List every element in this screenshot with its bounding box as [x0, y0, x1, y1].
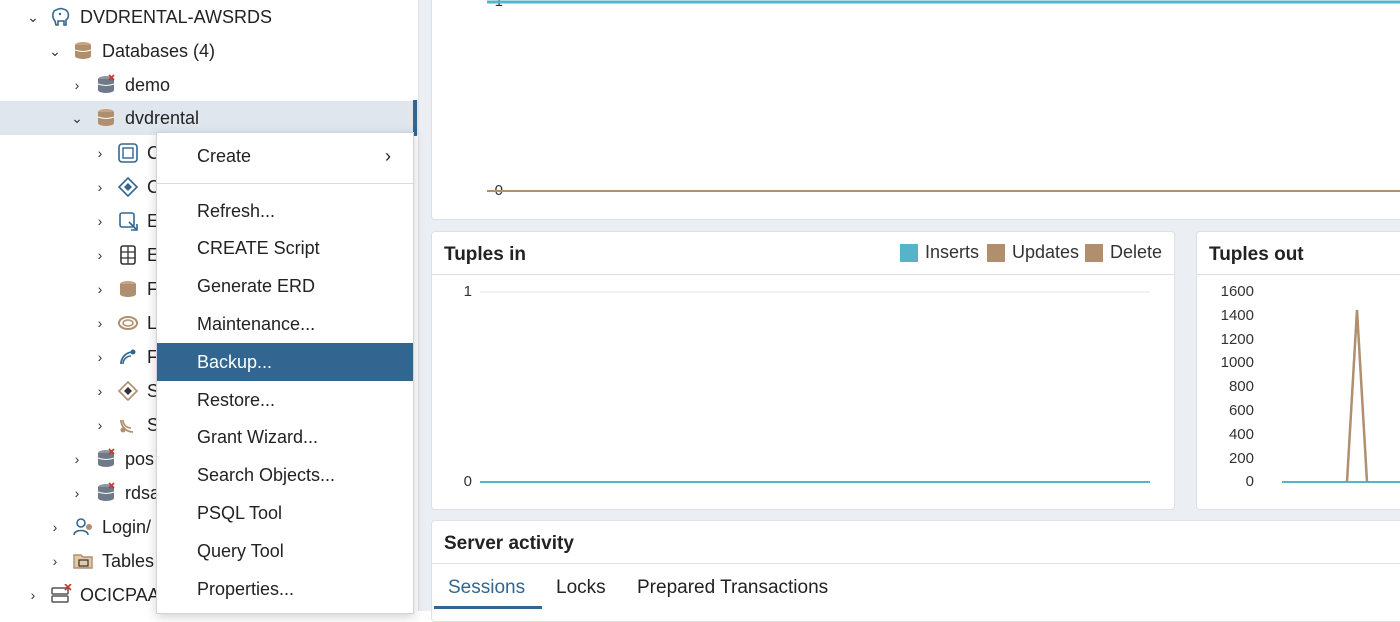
- menu-item-generate-erd[interactable]: Generate ERD: [157, 267, 413, 305]
- database-icon: [95, 448, 117, 470]
- chevron-down-icon[interactable]: ⌄: [70, 108, 84, 128]
- tuples-out-panel: Tuples out 1600 1400 1200 1000 800 600 4…: [1196, 231, 1400, 510]
- top-chart-panel: 1 0: [431, 0, 1400, 220]
- database-icon: [95, 482, 117, 504]
- subscriptions-icon: [117, 414, 139, 436]
- chevron-right-icon[interactable]: ›: [93, 279, 107, 299]
- catalogs-icon: [117, 176, 139, 198]
- tree-label: pos: [125, 448, 155, 469]
- menu-item-backup[interactable]: Backup...: [157, 343, 413, 381]
- chevron-right-icon[interactable]: ›: [26, 585, 40, 605]
- menu-item-label: CREATE Script: [197, 237, 320, 258]
- event-triggers-icon: [117, 210, 139, 232]
- database-icon: [95, 74, 117, 96]
- chevron-right-icon[interactable]: ›: [93, 347, 107, 367]
- tree-label: dvdrental: [125, 107, 200, 128]
- chevron-right-icon[interactable]: ›: [48, 551, 62, 571]
- menu-item-maintenance[interactable]: Maintenance...: [157, 305, 413, 343]
- tuples-out-chart-svg: [1282, 309, 1400, 483]
- menu-item-query-tool[interactable]: Query Tool: [157, 532, 413, 570]
- menu-item-label: Properties...: [197, 578, 295, 599]
- tree-label: demo: [125, 74, 171, 95]
- tab-locks[interactable]: Locks: [556, 577, 606, 599]
- menu-item-label: Query Tool: [197, 540, 284, 561]
- database-group-icon: [72, 40, 94, 62]
- context-menu: Create › Refresh... CREATE Script Genera…: [156, 132, 414, 614]
- menu-item-search-objects[interactable]: Search Objects...: [157, 456, 413, 494]
- chevron-right-icon[interactable]: ›: [93, 313, 107, 333]
- tab-sessions[interactable]: Sessions: [448, 577, 525, 599]
- menu-item-psql-tool[interactable]: PSQL Tool: [157, 494, 413, 532]
- tree-label: OCICPAA: [80, 584, 160, 605]
- chevron-right-icon[interactable]: ›: [48, 517, 62, 537]
- chevron-right-icon[interactable]: ›: [93, 143, 107, 163]
- tree-label: Login/: [102, 516, 152, 537]
- menu-item-restore[interactable]: Restore...: [157, 381, 413, 419]
- tree-node-server[interactable]: ⌄ DVDRENTAL-AWSRDS: [0, 0, 418, 34]
- tab-prepared-transactions[interactable]: Prepared Transactions: [637, 577, 828, 599]
- panel-header: [432, 521, 1400, 564]
- tree-label: Tables: [102, 550, 155, 571]
- publications-icon: [117, 346, 139, 368]
- menu-item-label: Refresh...: [197, 200, 276, 221]
- panel-title: Server activity: [444, 533, 574, 554]
- chevron-right-icon[interactable]: ›: [70, 483, 84, 503]
- menu-item-label: Create: [197, 145, 252, 166]
- menu-item-create-script[interactable]: CREATE Script: [157, 229, 413, 267]
- tree-label: Databases (4): [102, 40, 216, 61]
- tuples-in-chart-svg: [480, 291, 1150, 483]
- menu-item-label: Grant Wizard...: [197, 426, 319, 447]
- tree-label: DVDRENTAL-AWSRDS: [80, 6, 273, 27]
- menu-item-label: Backup...: [197, 351, 273, 372]
- menu-item-label: Generate ERD: [197, 275, 316, 296]
- chevron-right-icon: ›: [385, 145, 391, 166]
- database-icon: [95, 107, 117, 129]
- menu-item-label: PSQL Tool: [197, 502, 283, 523]
- menu-item-label: Search Objects...: [197, 464, 336, 485]
- selection-marker: [413, 100, 417, 136]
- menu-item-label: Restore...: [197, 389, 276, 410]
- postgres-elephant-icon: [50, 6, 72, 28]
- tuples-in-panel: Tuples in Inserts Updates Delete 1 0: [431, 231, 1175, 510]
- languages-icon: [117, 312, 139, 334]
- tree-node-db-dvdrental[interactable]: ⌄ dvdrental: [0, 101, 418, 135]
- menu-separator: [157, 183, 413, 184]
- tree-node-db-demo[interactable]: › demo: [0, 68, 418, 102]
- top-chart-svg: [487, 0, 1400, 192]
- chevron-down-icon[interactable]: ⌄: [48, 41, 62, 61]
- foreign-data-wrappers-icon: [117, 278, 139, 300]
- chevron-right-icon[interactable]: ›: [93, 415, 107, 435]
- chevron-right-icon[interactable]: ›: [93, 245, 107, 265]
- series-line-spike: [1345, 309, 1369, 483]
- chevron-right-icon[interactable]: ›: [93, 177, 107, 197]
- menu-item-create[interactable]: Create ›: [157, 137, 413, 175]
- menu-item-label: Maintenance...: [197, 313, 316, 334]
- login-roles-icon: [72, 516, 94, 538]
- active-tab-indicator: [434, 606, 542, 609]
- menu-item-refresh[interactable]: Refresh...: [157, 192, 413, 230]
- tablespaces-icon: [72, 550, 94, 572]
- chevron-down-icon[interactable]: ⌄: [26, 7, 40, 27]
- schemas-icon: [117, 380, 139, 402]
- extensions-icon: [117, 244, 139, 266]
- chevron-right-icon[interactable]: ›: [70, 449, 84, 469]
- casts-icon: [117, 142, 139, 164]
- chevron-right-icon[interactable]: ›: [93, 381, 107, 401]
- menu-item-properties[interactable]: Properties...: [157, 570, 413, 608]
- server-disconnected-icon: [50, 584, 72, 606]
- tree-label: rdsa: [125, 482, 161, 503]
- chevron-right-icon[interactable]: ›: [70, 75, 84, 95]
- menu-item-grant-wizard[interactable]: Grant Wizard...: [157, 418, 413, 456]
- chevron-right-icon[interactable]: ›: [93, 211, 107, 231]
- tree-node-databases[interactable]: ⌄ Databases (4): [0, 34, 418, 68]
- server-activity-panel: Server activity Sessions Locks Prepared …: [431, 520, 1400, 622]
